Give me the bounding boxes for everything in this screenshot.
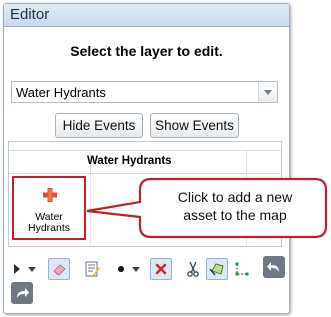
attributes-icon[interactable] [81,258,103,280]
undo-icon[interactable] [263,256,285,278]
vertices-icon[interactable] [231,258,253,280]
hydrant-cross-icon [43,188,57,202]
chevron-down-icon[interactable] [258,82,277,102]
select-dropdown-icon[interactable] [28,267,36,272]
layer-select[interactable]: Water Hydrants [11,81,278,103]
template-group-label: Water Hydrants [87,155,172,167]
delete-icon[interactable] [150,258,172,280]
hide-events-button[interactable]: Hide Events [55,113,143,138]
layer-prompt: Select the layer to edit. [70,43,223,59]
eraser-icon[interactable] [48,258,70,280]
select-arrow-icon[interactable] [11,258,23,280]
point-dropdown-icon[interactable] [132,267,140,272]
template-label: Water Hydrants [27,211,70,234]
callout-text: Click to add a new asset to the map [177,189,293,223]
editor-toolbar [8,252,285,310]
template-water-hydrants[interactable]: Water Hydrants [12,176,86,240]
point-icon[interactable] [115,258,127,280]
template-group-header: Water Hydrants [9,150,281,174]
panel-title: Editor [4,4,289,27]
reshape-icon[interactable] [206,258,228,280]
editor-panel: Editor Select the layer to edit. Water H… [3,3,290,314]
redo-icon[interactable] [11,282,33,304]
show-events-button[interactable]: Show Events [150,113,239,138]
cut-icon[interactable] [182,258,204,280]
layer-select-value: Water Hydrants [16,85,106,100]
